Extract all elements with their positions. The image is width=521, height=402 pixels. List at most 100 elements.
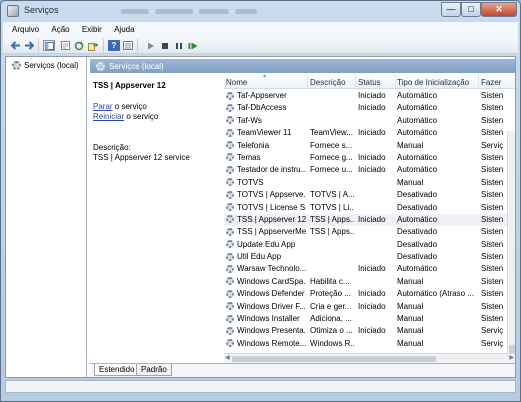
pause-service-icon[interactable] — [173, 40, 185, 51]
service-row[interactable]: Windows Defender Proteção ... Iniciado Auto… — [224, 288, 515, 300]
gear-icon — [226, 314, 234, 323]
service-row[interactable]: Testador de instru... Fornece u... Iniciad… — [224, 164, 515, 176]
service-description: Otimiza o ... — [310, 326, 353, 336]
restart-service-icon[interactable] — [187, 40, 199, 51]
service-description: TOTVS | Li... — [310, 202, 354, 212]
service-row[interactable]: Taf-DbAccess Iniciado Automático Sisten — [224, 102, 515, 114]
column-header-row: ▲ Nome Descrição Status Tipo de Iniciali… — [224, 73, 515, 89]
service-name-cell: Windows Driver F... — [226, 302, 306, 311]
service-name: Util Edu App — [237, 252, 282, 262]
service-name-cell: TOTVS — [226, 178, 306, 187]
service-row[interactable]: Temas Fornece g... Iniciado Automático Siste… — [224, 152, 515, 164]
title-bar[interactable]: Serviços — □ ✕ — [1, 1, 520, 21]
scroll-left-icon[interactable]: ◀ — [225, 354, 230, 361]
service-startup-type: Manual — [397, 276, 424, 286]
service-row[interactable]: Taf-Ws Automático Sisten — [224, 115, 515, 127]
tree-item-label: Serviços (local) — [24, 61, 79, 70]
service-startup-type: Desativado — [397, 202, 438, 212]
column-status[interactable]: Status — [358, 78, 381, 87]
service-startup-type: Manual — [397, 326, 424, 336]
service-row[interactable]: Update Edu App Desativado Sisten — [224, 239, 515, 251]
tab-estendido[interactable]: Estendido — [94, 364, 140, 376]
tree-item-services-local[interactable]: Serviços (local) — [12, 61, 79, 70]
service-startup-type: Automático — [397, 214, 438, 224]
service-name: TOTVS — [237, 177, 264, 187]
column-logon[interactable]: Fazer — [481, 78, 501, 87]
service-name-cell: TOTVS | License S... — [226, 203, 306, 212]
gear-icon — [226, 264, 234, 273]
view-tabs: Estendido Padrão — [90, 363, 515, 377]
column-description[interactable]: Descrição — [310, 78, 346, 87]
service-row[interactable]: Windows Installer Adiciona, ... Manual Sist… — [224, 313, 515, 325]
tab-padrao[interactable]: Padrão — [136, 364, 172, 376]
service-description: TOTVS | A... — [310, 190, 354, 200]
service-status: Iniciado — [358, 128, 386, 138]
services-window: Serviços — □ ✕ Arquivo Ação Exibir Ajuda… — [0, 0, 521, 402]
close-button[interactable]: ✕ — [481, 2, 517, 17]
help-icon[interactable]: ? — [108, 40, 120, 51]
service-row[interactable]: TOTVS | Appserve... TOTVS | A... Desativad… — [224, 189, 515, 201]
service-row[interactable]: Taf-Appserver Iniciado Automático Sisten — [224, 90, 515, 102]
back-arrow-icon[interactable] — [9, 40, 21, 51]
service-name: TeamViewer 11 — [237, 128, 292, 138]
horizontal-scroll-thumb[interactable] — [232, 356, 436, 362]
toolbar: ? — [3, 37, 518, 54]
gear-icon — [226, 227, 234, 236]
service-row[interactable]: Windows Remote... Windows R... Manual Servi… — [224, 338, 515, 350]
refresh-icon[interactable] — [73, 40, 85, 51]
service-name: Windows Presenta... — [237, 326, 306, 336]
service-name: Taf-Appserver — [237, 91, 287, 100]
service-row[interactable]: Telefonia Fornece s... Manual Serviç — [224, 140, 515, 152]
service-description: Adiciona, ... — [310, 314, 352, 324]
service-row[interactable]: Warsaw Technolo... Iniciado Automático Sist… — [224, 263, 515, 275]
service-row[interactable]: TOTVS Manual Sisten — [224, 177, 515, 189]
start-service-icon[interactable] — [145, 40, 157, 51]
stop-service-icon[interactable] — [159, 40, 171, 51]
service-description: TSS | Apps... — [310, 227, 354, 237]
details-view-icon[interactable] — [122, 40, 134, 51]
menu-acao[interactable]: Ação — [51, 25, 69, 34]
service-description: Fornece g... — [310, 152, 353, 162]
column-name[interactable]: Nome — [226, 78, 247, 87]
service-row[interactable]: TeamViewer 11 TeamView... Iniciado Automáti… — [224, 127, 515, 139]
horizontal-scrollbar[interactable]: ◀ ▶ — [224, 353, 515, 363]
stop-service-link[interactable]: Parar — [93, 102, 113, 111]
maximize-button[interactable]: □ — [461, 2, 481, 17]
service-rows: Taf-Appserver Iniciado Automático Sisten Taf… — [224, 90, 515, 350]
service-name-cell: Windows Presenta... — [226, 326, 306, 335]
column-divider[interactable] — [478, 74, 479, 88]
service-row[interactable]: TSS | Appserver 12 TSS | Apps... Iniciado A… — [224, 213, 515, 227]
taskbar-blur — [121, 7, 301, 14]
minimize-icon: — — [446, 4, 456, 14]
vertical-scrollbar[interactable] — [507, 131, 515, 360]
services-list: ▲ Nome Descrição Status Tipo de Iniciali… — [224, 73, 515, 360]
menu-ajuda[interactable]: Ajuda — [114, 25, 134, 34]
service-startup-type: Desativado — [397, 239, 438, 249]
service-startup-type: Manual — [397, 301, 424, 311]
service-row[interactable]: Windows Presenta... Otimiza o ... Iniciado… — [224, 325, 515, 337]
forward-arrow-icon[interactable] — [23, 40, 35, 51]
service-name: TSS | Appserver 12 — [237, 214, 306, 224]
minimize-button[interactable]: — — [441, 2, 461, 17]
menu-exibir[interactable]: Exibir — [82, 25, 102, 34]
menu-arquivo[interactable]: Arquivo — [12, 25, 39, 34]
column-divider[interactable] — [355, 74, 356, 88]
service-description: Windows R... — [310, 338, 354, 348]
restart-service-link[interactable]: Reiniciar — [93, 112, 124, 121]
service-row[interactable]: TSS | AppserverMeu TSS | Apps... Desativad… — [224, 226, 515, 238]
console-tree-icon[interactable] — [43, 40, 55, 51]
column-divider[interactable] — [395, 74, 396, 88]
service-row[interactable]: Windows Driver F... Cria e ger... Iniciado… — [224, 301, 515, 313]
service-name: Telefonia — [237, 140, 270, 150]
export-list-icon[interactable] — [87, 40, 99, 51]
column-divider[interactable] — [307, 74, 308, 88]
gear-icon — [226, 178, 234, 187]
properties-sheet-icon[interactable] — [59, 40, 71, 51]
column-startup-type[interactable]: Tipo de Inicialização — [397, 78, 469, 87]
service-name-cell: Temas — [226, 153, 306, 162]
service-logon: Sisten — [481, 115, 504, 125]
service-row[interactable]: TOTVS | License S... TOTVS | Li... Desativ… — [224, 202, 515, 214]
scroll-right-icon[interactable]: ▶ — [509, 354, 514, 361]
service-row[interactable]: Util Edu App Desativado Sisten — [224, 251, 515, 263]
service-row[interactable]: Windows CardSpa... Habilita c... Manual Sis… — [224, 276, 515, 288]
